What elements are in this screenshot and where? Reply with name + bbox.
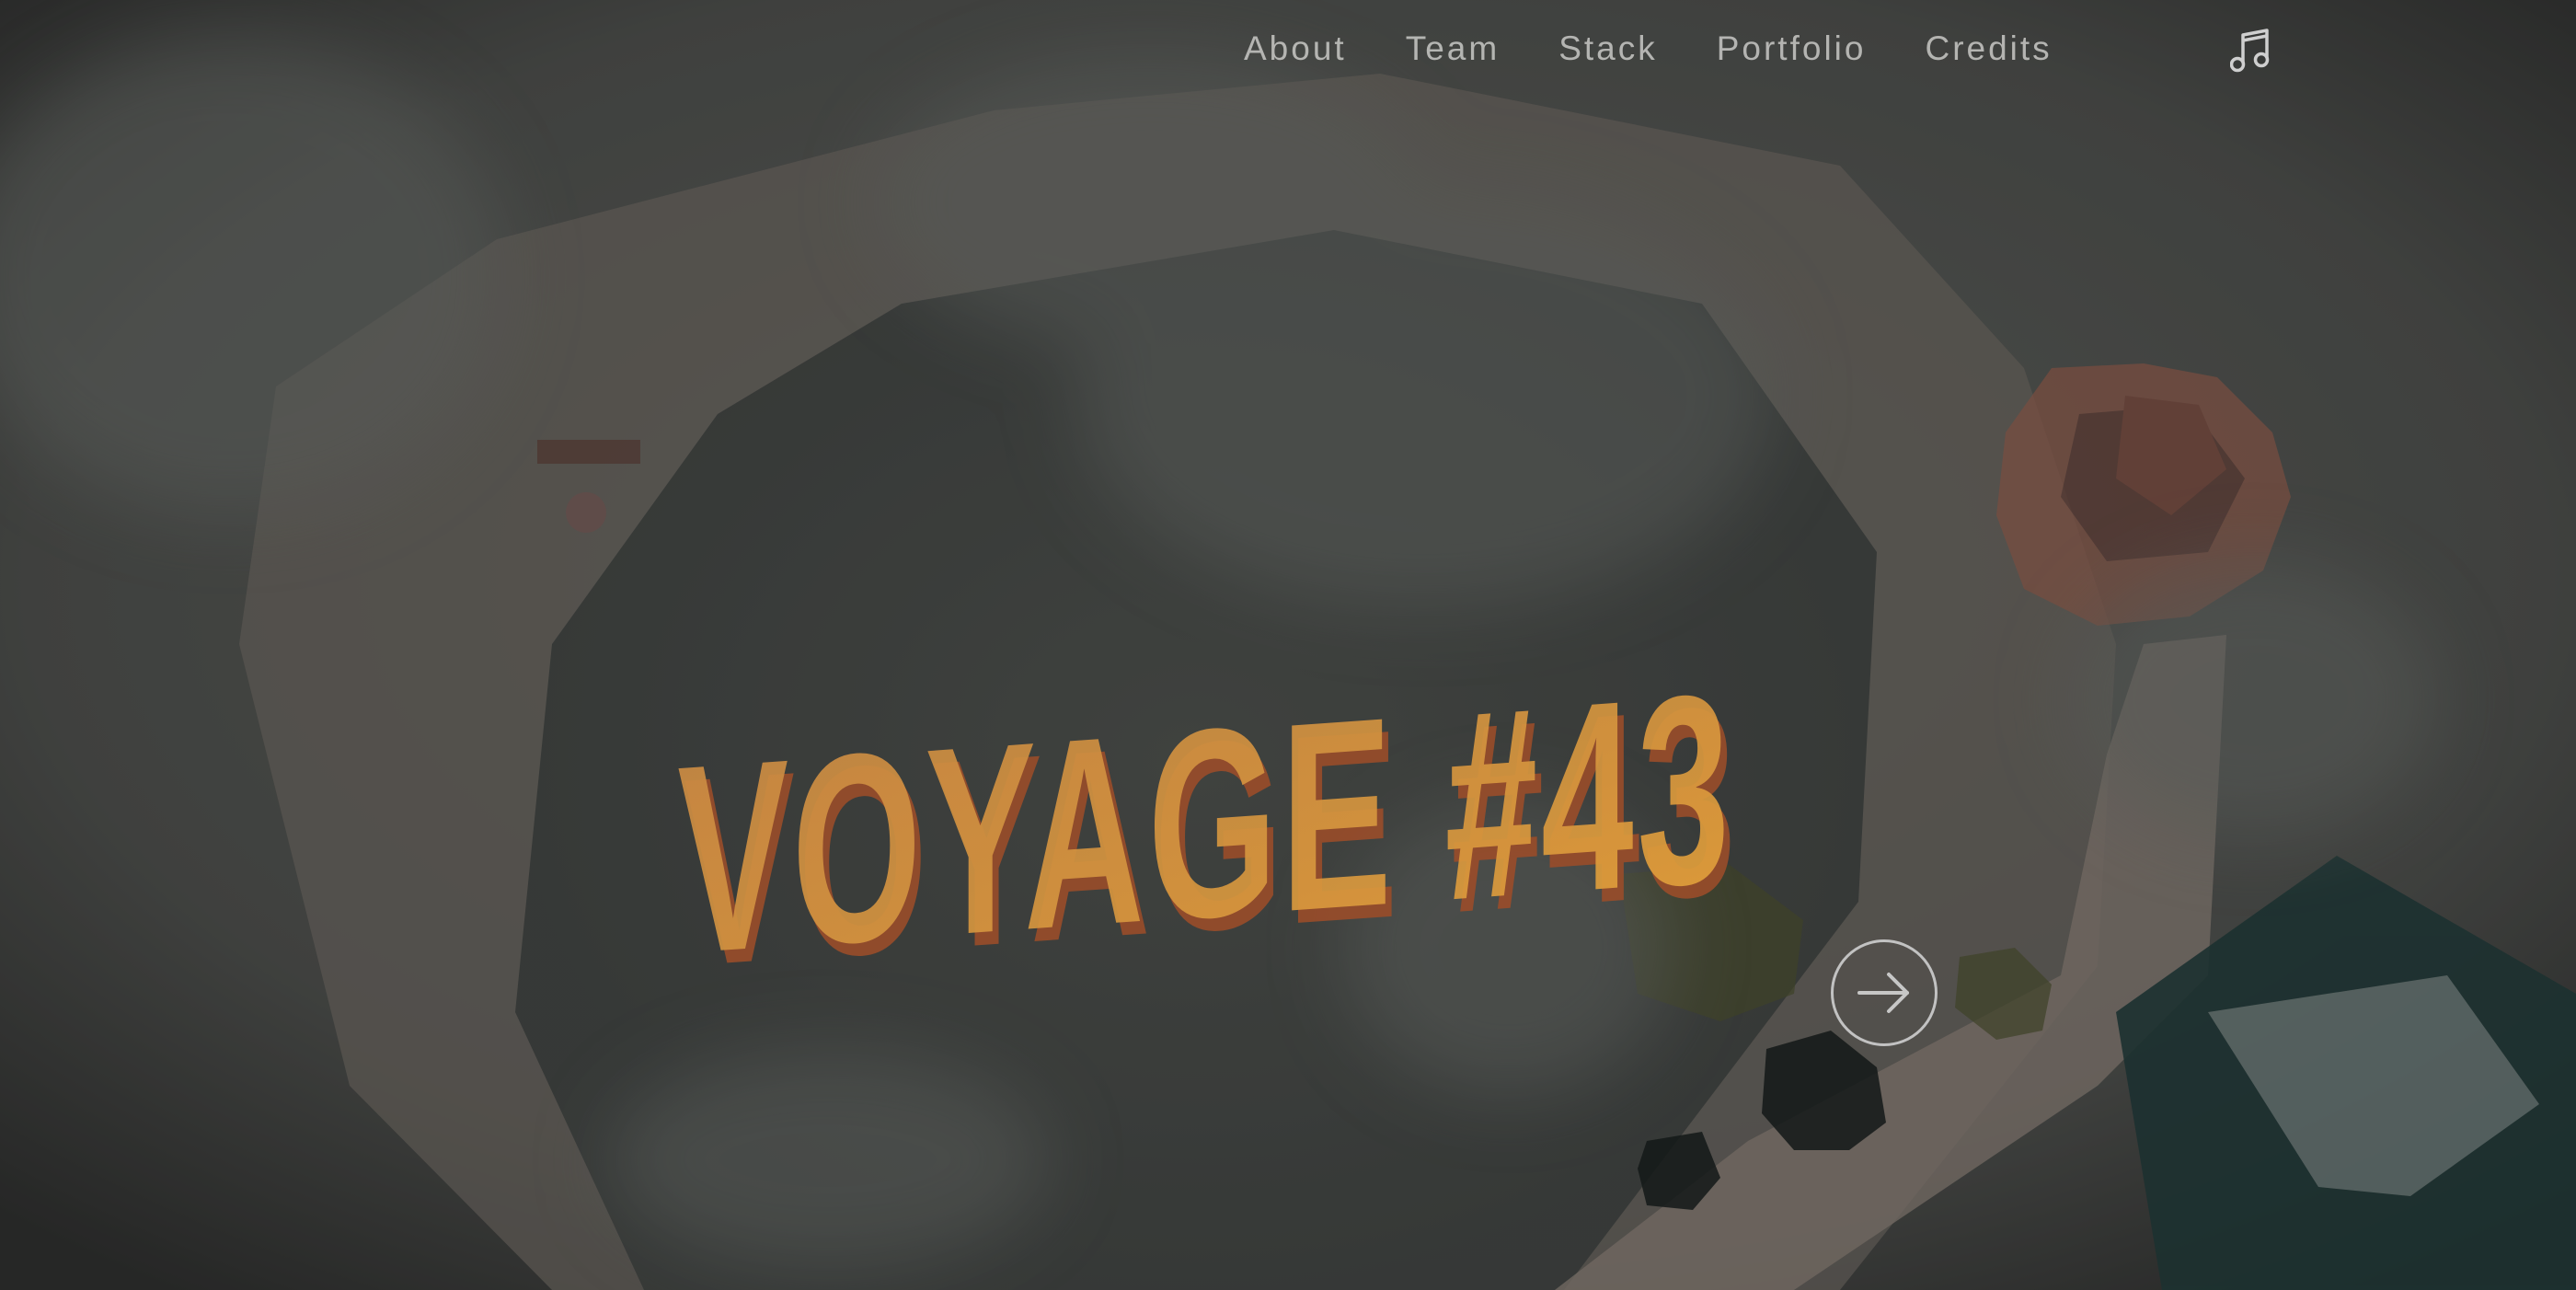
next-arrow-button[interactable] — [1831, 939, 1938, 1046]
arrow-right-icon — [1857, 973, 1909, 1013]
nav-stack[interactable]: Stack — [1558, 29, 1658, 68]
main-nav: About Team Stack Portfolio Credits — [1244, 26, 2111, 72]
nav-team[interactable]: Team — [1406, 29, 1500, 68]
nav-portfolio[interactable]: Portfolio — [1717, 29, 1867, 68]
nav-credits[interactable]: Credits — [1925, 29, 2052, 68]
game-landing-page: About Team Stack Portfolio Credits VOYAG… — [0, 0, 2576, 1290]
hero-title-text: VOYAGE #43 — [677, 637, 1733, 975]
music-toggle-button[interactable] — [2229, 28, 2271, 74]
nav-about[interactable]: About — [1244, 29, 1347, 68]
hero-title: VOYAGE #43 VOYAGE #43 — [543, 626, 1868, 1023]
music-note-icon — [2229, 29, 2270, 73]
